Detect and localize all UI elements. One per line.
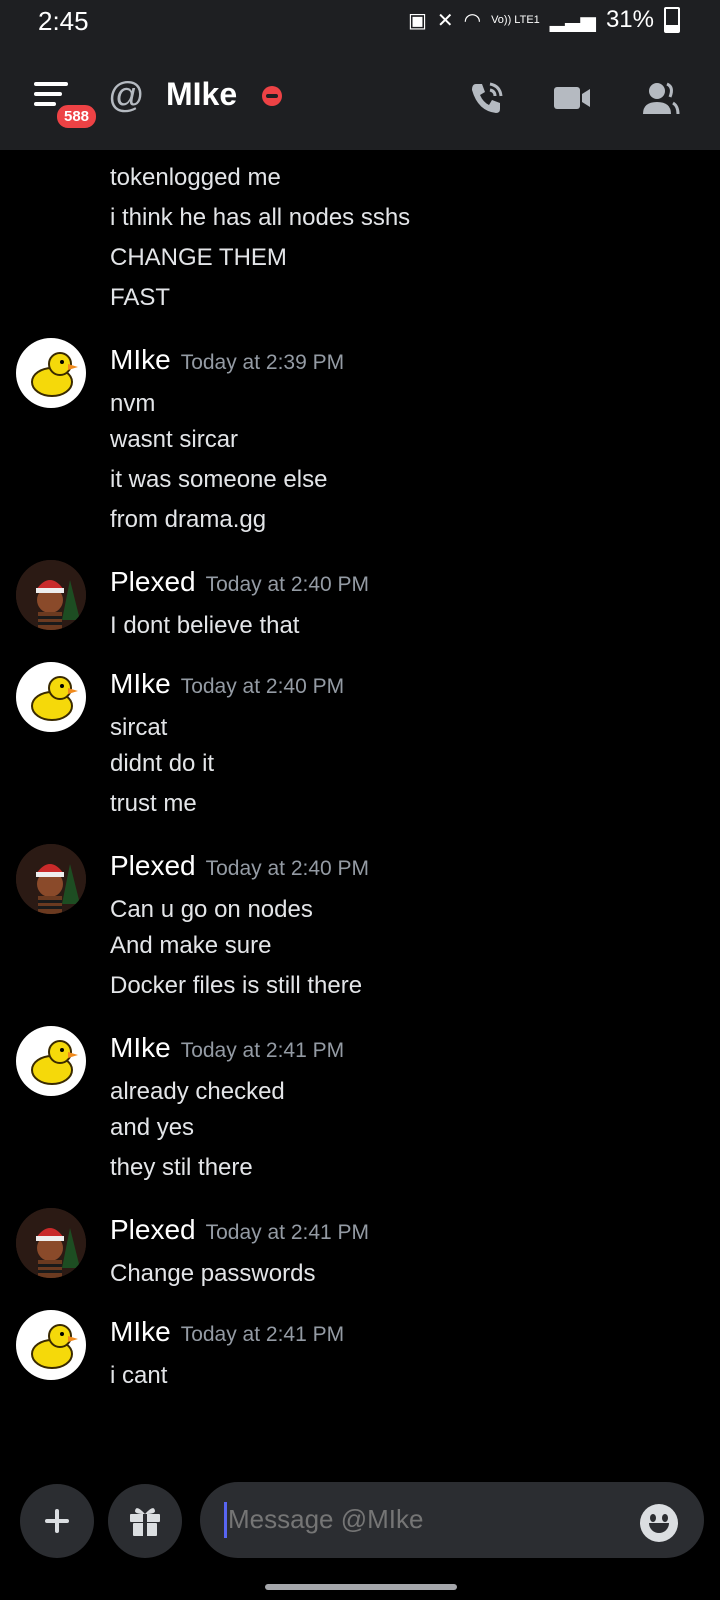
message-timestamp: Today at 2:41 PM [180, 1039, 345, 1062]
status-bar: 2:45 ▣ ✕ ◠ Vo)) LTE1 ▂▃▅ 31% [0, 0, 720, 44]
channel-name[interactable]: MIke [166, 76, 237, 113]
message-timestamp: Today at 2:40 PM [180, 675, 345, 698]
duck-avatar-icon [31, 352, 78, 397]
message-timestamp: Today at 2:41 PM [180, 1323, 345, 1346]
message-text: I dont believe that [110, 612, 300, 639]
message-text: from drama.gg [110, 506, 267, 533]
mute-icon: ✕ [436, 9, 454, 32]
status-time: 2:45 [38, 6, 89, 36]
plexed-avatar-icon [16, 844, 86, 914]
message-text: wasnt sircar [110, 426, 239, 453]
message-text: FAST [110, 284, 171, 311]
members-icon[interactable] [640, 78, 680, 118]
message-timestamp: Today at 2:40 PM [205, 573, 370, 596]
duck-avatar-icon [31, 676, 78, 721]
signal-icon: ▂▃▅ [549, 9, 596, 32]
message-list[interactable]: tokenlogged me i think he has all nodes … [0, 150, 720, 1440]
gift-button[interactable] [108, 1484, 182, 1558]
author-name[interactable]: MIke [110, 1032, 171, 1063]
message-text: Can u go on nodes [110, 896, 313, 923]
message-text: trust me [110, 790, 197, 817]
text-cursor [224, 1502, 227, 1538]
home-indicator[interactable] [265, 1584, 457, 1590]
avatar[interactable] [16, 844, 86, 914]
message-input[interactable] [228, 1504, 608, 1535]
avatar[interactable] [16, 1310, 86, 1380]
message-text: And make sure [110, 932, 272, 959]
avatar[interactable] [16, 1026, 86, 1096]
message-text: nvm [110, 390, 156, 417]
message-text: didnt do it [110, 750, 215, 777]
mention-badge: 588 [54, 102, 100, 131]
duck-avatar-icon [31, 1040, 78, 1085]
message-timestamp: Today at 2:40 PM [205, 857, 370, 880]
message-text: sircat [110, 714, 168, 741]
message-text: they stil there [110, 1154, 253, 1181]
status-icons: ▣ ✕ ◠ Vo)) LTE1 ▂▃▅ 31% [408, 6, 680, 34]
message-text: already checked [110, 1078, 285, 1105]
hamburger-icon [34, 82, 68, 86]
message-text: Docker files is still there [110, 972, 363, 999]
author-name[interactable]: MIke [110, 668, 171, 699]
gift-icon [130, 1508, 160, 1536]
battery-percent: 31% [605, 6, 654, 33]
message-author[interactable]: MIke Today at 2:41 PM [110, 1032, 344, 1064]
message-timestamp: Today at 2:39 PM [180, 351, 345, 374]
message-text: and yes [110, 1114, 195, 1141]
message-author[interactable]: Plexed Today at 2:41 PM [110, 1214, 369, 1246]
avatar[interactable] [16, 1208, 86, 1278]
message-author[interactable]: MIke Today at 2:39 PM [110, 344, 344, 376]
voice-call-icon[interactable] [466, 78, 506, 118]
message-text: it was someone else [110, 466, 328, 493]
author-name[interactable]: Plexed [110, 850, 196, 881]
channel-header: 588 @ MIke [0, 44, 720, 150]
battery-saver-icon: ▣ [407, 9, 427, 32]
message-text: Change passwords [110, 1260, 316, 1287]
avatar[interactable] [16, 662, 86, 732]
video-call-icon[interactable] [552, 78, 592, 118]
message-timestamp: Today at 2:41 PM [205, 1221, 370, 1244]
message-text: i think he has all nodes sshs [110, 204, 411, 231]
network-label: Vo)) LTE1 [491, 13, 540, 26]
wifi-icon: ◠ [463, 9, 482, 32]
message-author[interactable]: MIke Today at 2:41 PM [110, 1316, 344, 1348]
message-text: tokenlogged me [110, 164, 281, 191]
author-name[interactable]: MIke [110, 344, 171, 375]
plus-icon [45, 1509, 69, 1533]
attach-button[interactable] [20, 1484, 94, 1558]
message-text: CHANGE THEM [110, 244, 287, 271]
battery-icon [664, 7, 680, 33]
message-author[interactable]: Plexed Today at 2:40 PM [110, 850, 369, 882]
at-icon: @ [108, 74, 145, 115]
author-name[interactable]: Plexed [110, 566, 196, 597]
plexed-avatar-icon [16, 560, 86, 630]
avatar[interactable] [16, 338, 86, 408]
dnd-status-icon [262, 86, 282, 106]
message-author[interactable]: Plexed Today at 2:40 PM [110, 566, 369, 598]
message-text: i cant [110, 1362, 168, 1389]
duck-avatar-icon [31, 1324, 78, 1369]
plexed-avatar-icon [16, 1208, 86, 1278]
avatar[interactable] [16, 560, 86, 630]
author-name[interactable]: Plexed [110, 1214, 196, 1245]
message-author[interactable]: MIke Today at 2:40 PM [110, 668, 344, 700]
author-name[interactable]: MIke [110, 1316, 171, 1347]
